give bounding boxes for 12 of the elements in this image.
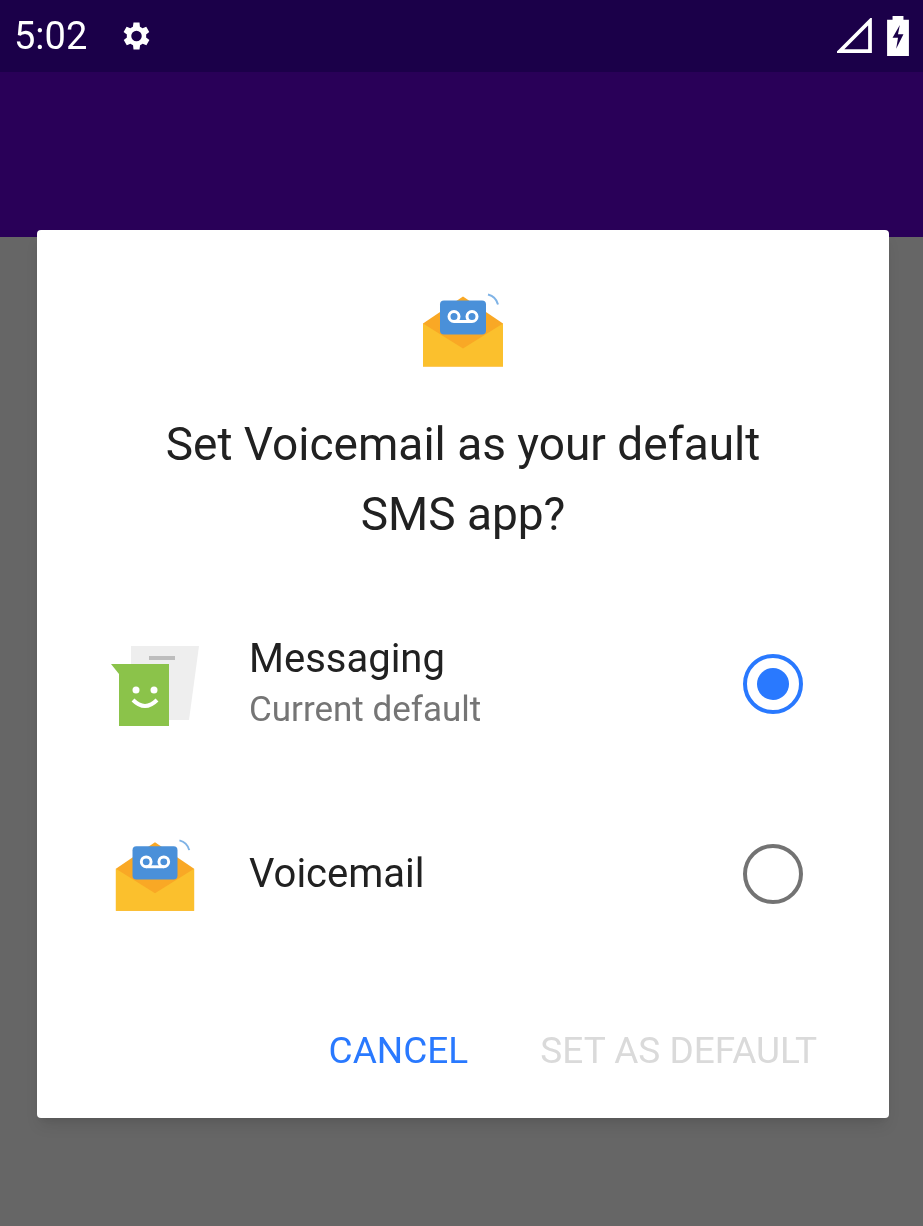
app-name: Voicemail <box>249 849 426 899</box>
radio-button[interactable] <box>743 654 803 714</box>
battery-icon <box>887 16 909 56</box>
radio-button[interactable] <box>743 844 803 904</box>
dialog-title: Set Voicemail as your default SMS app? <box>164 416 762 543</box>
dialog-button[interactable]: CANCEL <box>328 1023 469 1079</box>
app-subtitle: Current default <box>249 688 483 732</box>
signal-icon <box>837 18 873 54</box>
clock: 5:02 <box>14 12 88 60</box>
app-name: Messaging <box>249 634 446 684</box>
app-option[interactable]: Voicemail <box>37 779 889 969</box>
app-option[interactable]: Messaging Current default <box>37 589 889 779</box>
